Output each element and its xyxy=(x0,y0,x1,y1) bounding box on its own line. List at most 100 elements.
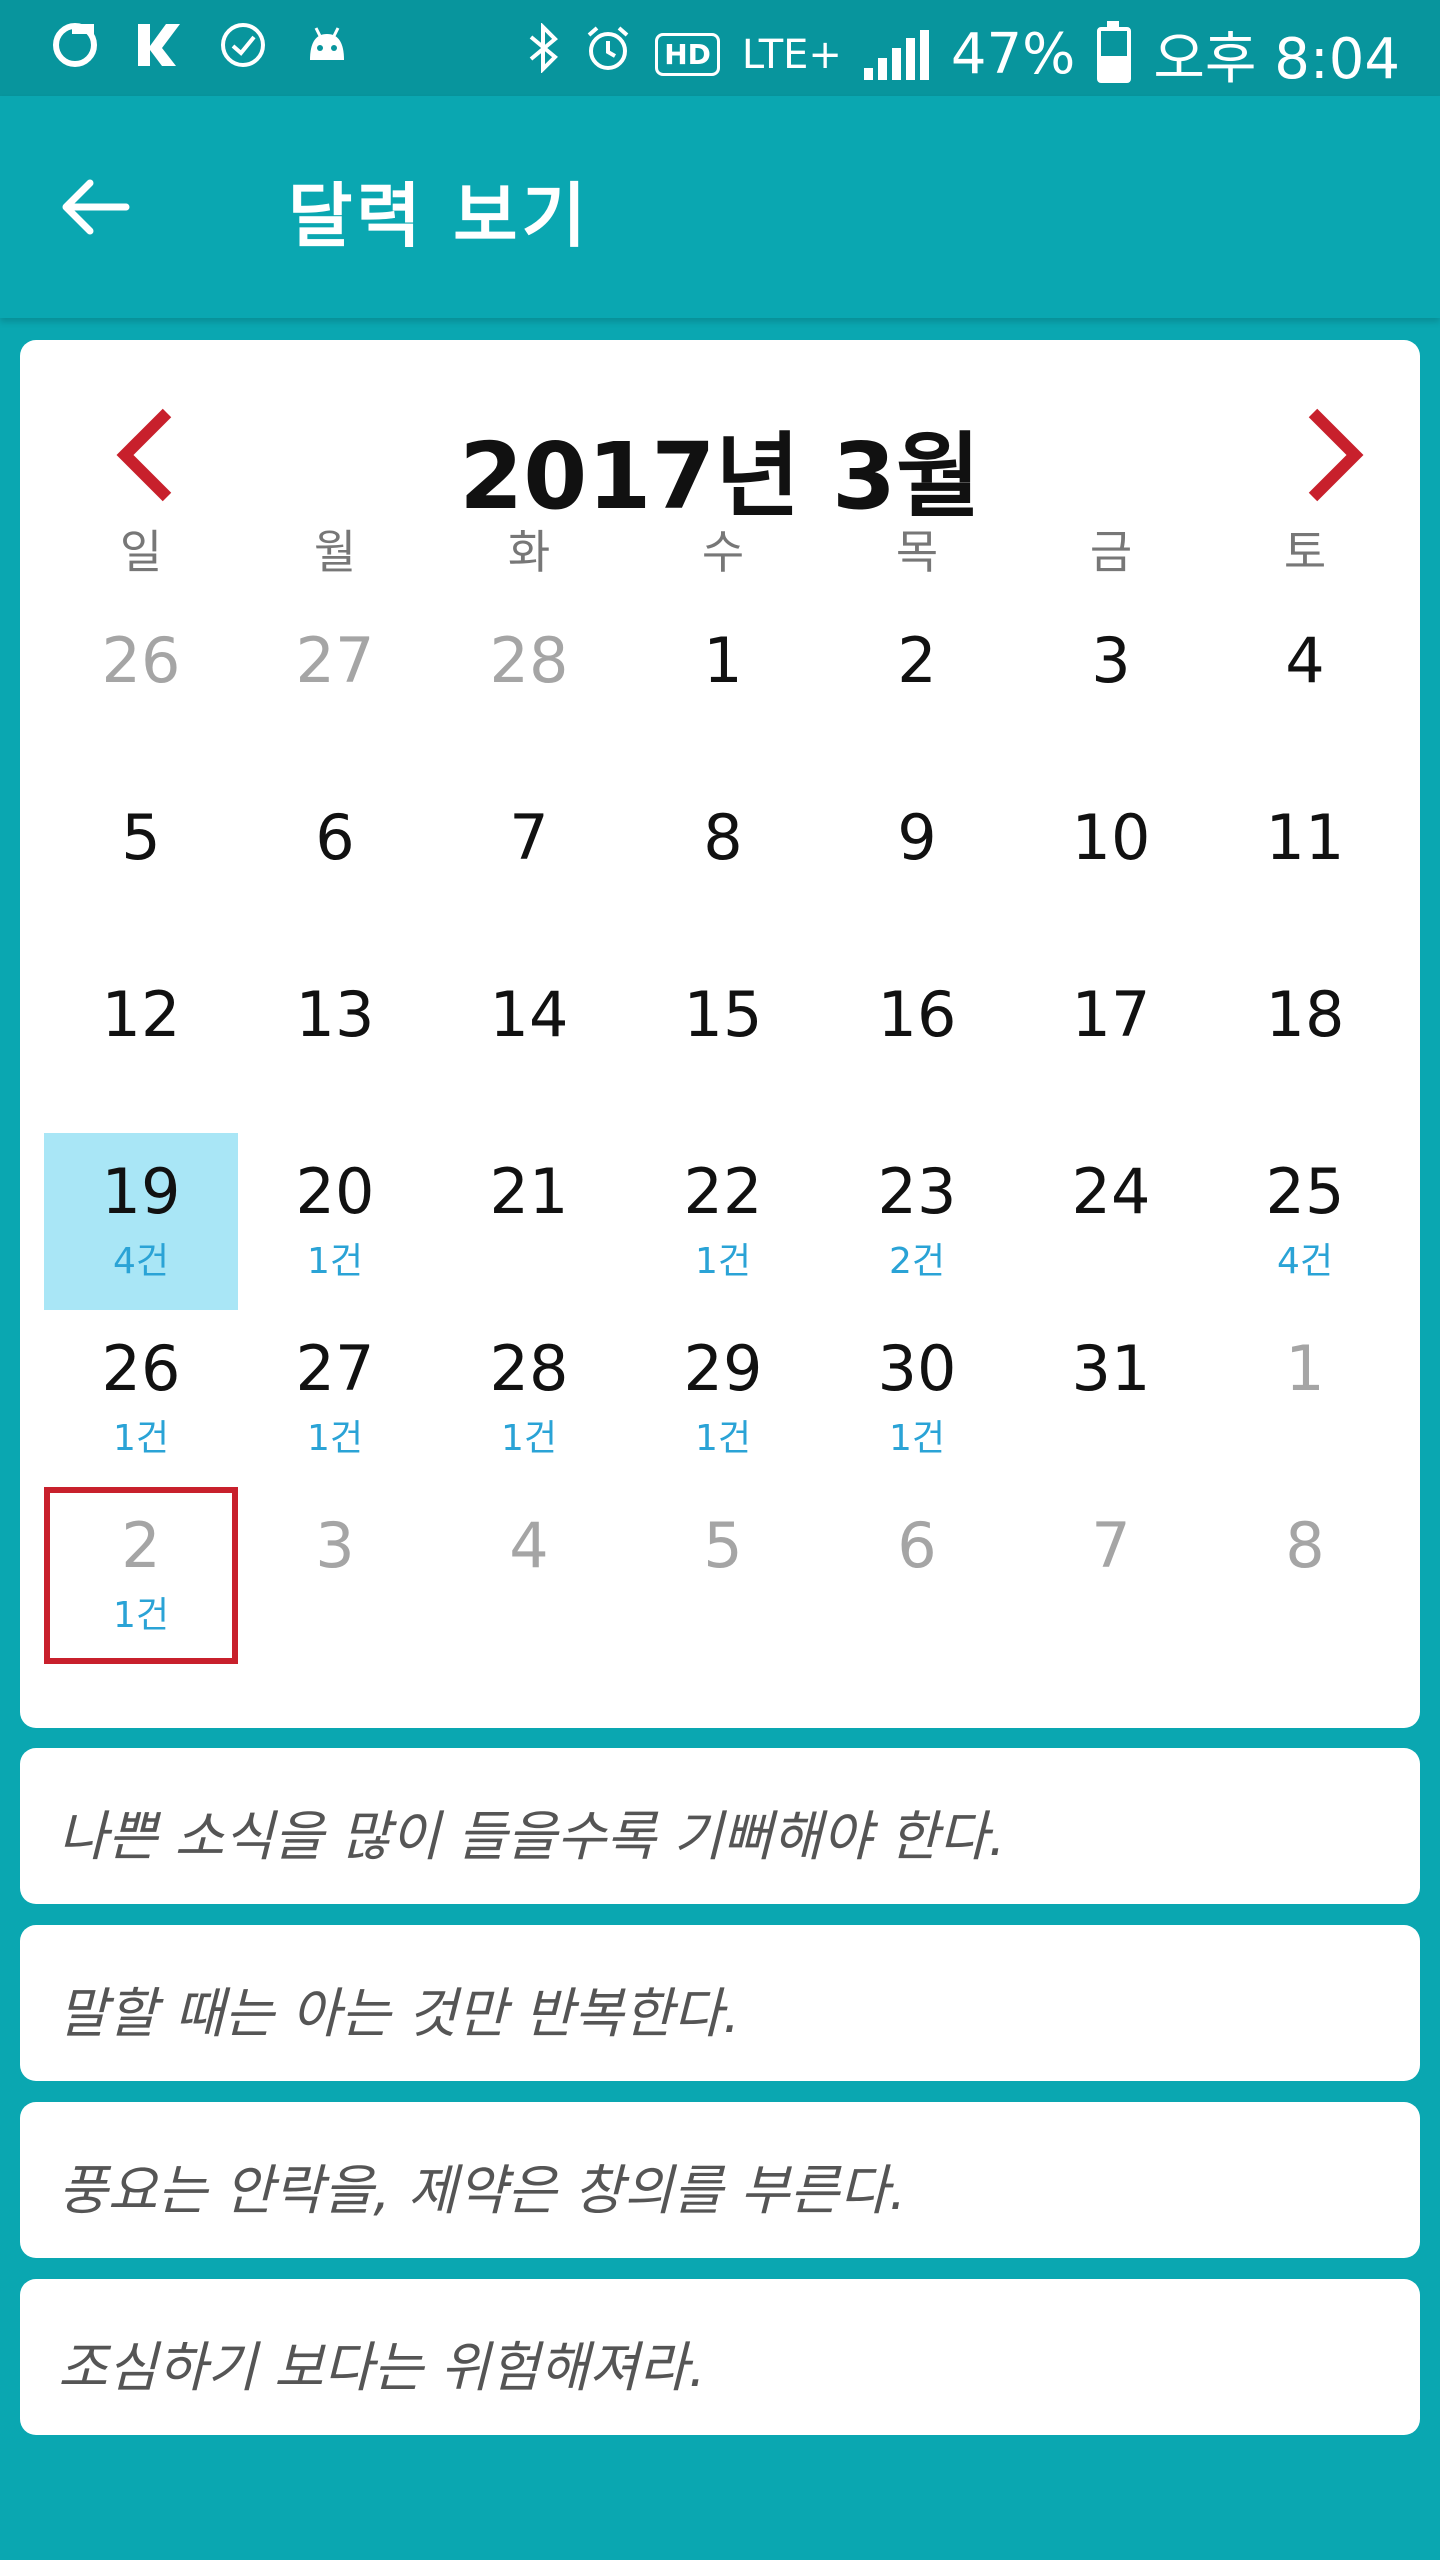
day-number: 28 xyxy=(489,624,569,697)
battery-percent: 47% xyxy=(950,22,1076,87)
calendar-day-cell[interactable]: 28 xyxy=(432,602,626,779)
day-number: 4 xyxy=(509,1509,549,1582)
calendar-day-cell[interactable]: 25 4건 xyxy=(1208,1133,1402,1310)
quote-text: 말할 때는 아는 것만 반복한다. xyxy=(58,1982,740,2045)
calendar-day-cell[interactable]: 21 xyxy=(432,1133,626,1310)
calendar-day-cell[interactable]: 11 xyxy=(1208,779,1402,956)
day-entry-count: 1건 xyxy=(306,1418,364,1459)
calendar-day-cell[interactable]: 26 xyxy=(44,602,238,779)
calendar-day-cell[interactable]: 20 1건 xyxy=(238,1133,432,1310)
calendar-day-cell[interactable]: 4 xyxy=(432,1487,626,1664)
day-entry-count: 2건 xyxy=(888,1241,946,1282)
calendar-day-cell[interactable]: 4 xyxy=(1208,602,1402,779)
day-entry-count: 1건 xyxy=(500,1418,558,1459)
day-number: 27 xyxy=(295,1332,375,1405)
status-right-icons: HD LTE+ 47% 오후 8:04 xyxy=(527,14,1400,95)
calendar-day-cell[interactable]: 31 xyxy=(1014,1310,1208,1487)
hd-voice-icon: HD xyxy=(655,33,720,76)
quote-card[interactable]: 조심하기 보다는 위험해져라. xyxy=(20,2279,1420,2435)
day-number: 1 xyxy=(703,624,743,697)
day-number: 5 xyxy=(121,801,161,874)
calendar-day-cell[interactable]: 8 xyxy=(1208,1487,1402,1664)
calendar-day-cell[interactable]: 2 xyxy=(820,602,1014,779)
calendar-day-cell[interactable]: 5 xyxy=(626,1487,820,1664)
calendar-day-cell[interactable]: 26 1건 xyxy=(44,1310,238,1487)
app-icon-k xyxy=(132,18,186,72)
calendar-day-cell[interactable]: 19 4건 xyxy=(44,1133,238,1310)
day-number: 28 xyxy=(489,1332,569,1405)
status-left-icons xyxy=(48,18,354,72)
calendar-day-cell[interactable]: 7 xyxy=(432,779,626,956)
calendar-grid: 26 27 28 1 2 3 4 5 6 7 8 9 10 11 12 13 14 15 16 17 18 19 4건 20 1… xyxy=(44,602,1402,1664)
calendar-day-cell[interactable]: 23 2건 xyxy=(820,1133,1014,1310)
day-number: 10 xyxy=(1071,801,1151,874)
calendar-day-cell[interactable]: 24 xyxy=(1014,1133,1208,1310)
calendar-day-cell[interactable]: 3 xyxy=(1014,602,1208,779)
calendar-day-cell[interactable]: 1 xyxy=(1208,1310,1402,1487)
calendar-day-cell[interactable]: 12 xyxy=(44,956,238,1133)
page-title: 달력 보기 xyxy=(288,175,590,257)
calendar-day-cell[interactable]: 10 xyxy=(1014,779,1208,956)
day-number: 16 xyxy=(877,978,957,1051)
quote-card[interactable]: 나쁜 소식을 많이 들을수록 기뻐해야 한다. xyxy=(20,1748,1420,1904)
next-month-button[interactable] xyxy=(1290,400,1380,510)
calendar-day-cell[interactable]: 7 xyxy=(1014,1487,1208,1664)
calendar-day-cell[interactable]: 9 xyxy=(820,779,1014,956)
battery-charging-icon xyxy=(1097,20,1132,83)
calendar-day-cell[interactable]: 6 xyxy=(238,779,432,956)
day-number: 26 xyxy=(101,624,181,697)
calendar-day-cell[interactable]: 13 xyxy=(238,956,432,1133)
day-number: 22 xyxy=(683,1155,763,1228)
calendar-day-cell[interactable]: 27 xyxy=(238,602,432,779)
day-entry-count: 4건 xyxy=(1276,1241,1334,1282)
day-number: 2 xyxy=(897,624,937,697)
alarm-icon xyxy=(583,22,633,87)
lte-plus-icon: LTE+ xyxy=(741,31,842,78)
day-number: 3 xyxy=(1091,624,1131,697)
calendar-day-cell[interactable]: 16 xyxy=(820,956,1014,1133)
signal-icon xyxy=(863,29,929,80)
day-number: 14 xyxy=(489,978,569,1051)
day-number: 12 xyxy=(101,978,181,1051)
day-entry-count: 1건 xyxy=(888,1418,946,1459)
day-entry-count: 1건 xyxy=(694,1241,752,1282)
calendar-day-cell[interactable]: 6 xyxy=(820,1487,1014,1664)
day-number: 13 xyxy=(295,978,375,1051)
calendar-day-cell[interactable]: 27 1건 xyxy=(238,1310,432,1487)
weekday-label: 수 xyxy=(701,525,745,579)
calendar-day-cell[interactable]: 2 1건 xyxy=(44,1487,238,1664)
day-entry-count: 4건 xyxy=(112,1241,170,1282)
calendar-day-cell[interactable]: 15 xyxy=(626,956,820,1133)
status-time: 오후 8:04 xyxy=(1153,27,1400,92)
day-number: 25 xyxy=(1265,1155,1345,1228)
quote-card[interactable]: 풍요는 안락을, 제약은 창의를 부른다. xyxy=(20,2102,1420,2258)
calendar-day-cell[interactable]: 14 xyxy=(432,956,626,1133)
calendar-day-cell[interactable]: 8 xyxy=(626,779,820,956)
calendar-day-cell[interactable]: 1 xyxy=(626,602,820,779)
calendar-day-cell[interactable]: 18 xyxy=(1208,956,1402,1133)
day-number: 18 xyxy=(1265,978,1345,1051)
day-number: 4 xyxy=(1285,624,1325,697)
back-button[interactable] xyxy=(52,170,138,244)
status-bar: HD LTE+ 47% 오후 8:04 xyxy=(0,0,1440,96)
calendar-day-cell[interactable]: 3 xyxy=(238,1487,432,1664)
weekday-label: 토 xyxy=(1283,525,1327,579)
quote-text: 풍요는 안락을, 제약은 창의를 부른다. xyxy=(58,2159,907,2222)
bluetooth-icon xyxy=(527,22,561,87)
calendar-day-cell[interactable]: 17 xyxy=(1014,956,1208,1133)
day-number: 24 xyxy=(1071,1155,1151,1228)
quote-card[interactable]: 말할 때는 아는 것만 반복한다. xyxy=(20,1925,1420,2081)
calendar-day-cell[interactable]: 28 1건 xyxy=(432,1310,626,1487)
day-number: 26 xyxy=(101,1332,181,1405)
day-number: 21 xyxy=(489,1155,569,1228)
day-number: 7 xyxy=(1091,1509,1131,1582)
calendar-day-cell[interactable]: 30 1건 xyxy=(820,1310,1014,1487)
calendar-card: 2017년 3월 일 월 화 수 목 금 토 26 27 28 1 2 3 4 5 6 7 8 9 10… xyxy=(20,340,1420,1728)
day-number: 8 xyxy=(1285,1509,1325,1582)
calendar-day-cell[interactable]: 29 1건 xyxy=(626,1310,820,1487)
calendar-day-cell[interactable]: 22 1건 xyxy=(626,1133,820,1310)
day-number: 27 xyxy=(295,624,375,697)
calendar-day-cell[interactable]: 5 xyxy=(44,779,238,956)
quote-text: 나쁜 소식을 많이 들을수록 기뻐해야 한다. xyxy=(58,1805,1006,1868)
day-number: 30 xyxy=(877,1332,957,1405)
